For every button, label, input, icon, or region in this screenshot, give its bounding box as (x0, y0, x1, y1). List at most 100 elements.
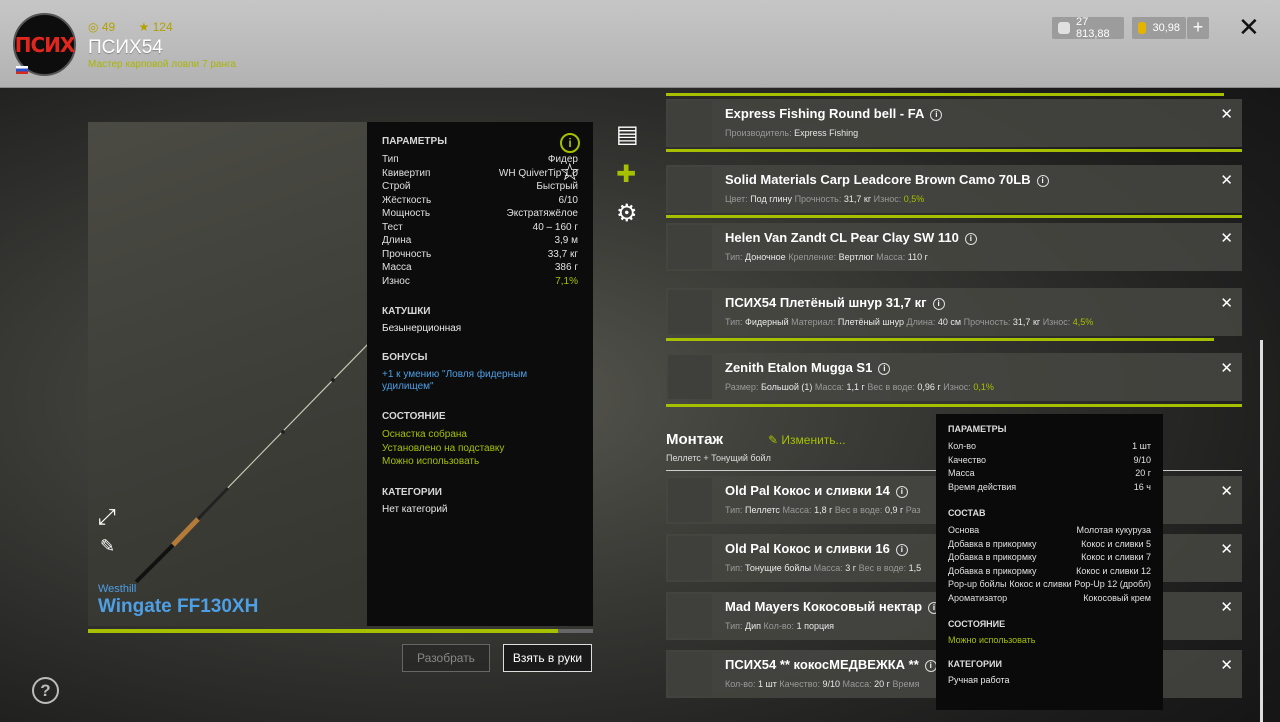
param-value: 7,1% (555, 275, 578, 287)
disassemble-button[interactable]: Разобрать (402, 644, 490, 672)
desc-key: Материал: (791, 317, 836, 327)
desc-value: 0,96 г (917, 382, 941, 392)
coin-count: ◎ 49 (88, 20, 116, 34)
remove-item-icon[interactable]: ✕ (1220, 229, 1233, 247)
tooltip-composition-row: Ароматизатор Кокосовый крем (948, 592, 1151, 606)
desc-key: Прочность: (963, 317, 1011, 327)
document-icon[interactable]: ▤ (616, 123, 639, 147)
params-title: ПАРАМЕТРЫ (382, 136, 447, 147)
gold-value: 30,98 (1152, 22, 1180, 34)
desc-value: 4,5% (1072, 317, 1094, 327)
desc-key: Износ: (943, 382, 971, 392)
puzzle-icon[interactable]: ✚ (616, 163, 636, 187)
desc-value: Express Fishing (794, 128, 859, 138)
add-gold-button[interactable]: + (1187, 17, 1209, 39)
tooltip-composition-row: Pop-up бойлы Кокос и сливки Pop-Up 12 (др… (948, 578, 1151, 592)
desc-value: 40 см (937, 317, 962, 327)
remove-item-icon[interactable]: ✕ (1220, 656, 1233, 674)
item-info-icon[interactable]: i (1036, 175, 1049, 187)
tooltip-composition-row: Добавка в прикормку Кокос и сливки 5 (948, 538, 1151, 552)
tooltip-composition-value: Кокос и сливки Pop-Up 12 (дробл) (1009, 579, 1151, 589)
remove-item-icon[interactable]: ✕ (1220, 482, 1233, 500)
item-description: Размер: Большой (1) Масса: 1,1 г Вес в в… (725, 382, 994, 392)
categories-value: Нет категорий (382, 503, 448, 515)
wear-progress-fill (88, 629, 558, 633)
item-tooltip: ПАРАМЕТРЫ Кол-во 1 шт Качество 9/10 Масса 20 … (936, 414, 1163, 710)
list-item[interactable]: Zenith Etalon Mugga S1 i Размер: Большой (… (666, 353, 1242, 401)
item-info-icon[interactable]: i (895, 486, 908, 498)
scrollbar[interactable] (1260, 340, 1263, 722)
desc-key: Производитель: (725, 128, 792, 138)
item-info-icon[interactable]: i (932, 298, 945, 310)
info-icon[interactable]: i (560, 133, 580, 153)
item-name-text: ПСИХ54 ** кокосМЕДВЕЖКА ** (725, 657, 919, 672)
desc-key: Тип: (725, 621, 743, 631)
help-icon[interactable]: ? (32, 677, 59, 704)
tooltip-composition-value: Молотая кукуруза (1076, 525, 1151, 535)
desc-key: Масса: (814, 382, 844, 392)
item-info-icon[interactable]: i (964, 233, 977, 245)
remove-item-icon[interactable]: ✕ (1220, 598, 1233, 616)
tooltip-state-title: СОСТОЯНИЕ (948, 619, 1006, 629)
remove-item-icon[interactable]: ✕ (1220, 294, 1233, 312)
categories-title: КАТЕГОРИИ (382, 486, 442, 498)
silver-value: 27 813,88 (1076, 16, 1110, 40)
list-item[interactable]: Helen Van Zandt CL Pear Clay SW 110 i Тип:… (666, 223, 1242, 271)
desc-key: Длина: (906, 317, 936, 327)
favorite-star-icon[interactable]: ☆ (559, 161, 581, 185)
item-description: Тип: Тонущие бойлы Масса: 3 г Вес в воде… (725, 563, 921, 573)
list-item[interactable]: ПСИХ54 Плетёный шнур 31,7 кг i Тип: Фидерн… (666, 288, 1242, 336)
desc-value: 0,9 г (884, 505, 904, 515)
item-description: Тип: Доночное Крепление: Вертлюг Масса: … (725, 252, 928, 262)
tooltip-categories-title: КАТЕГОРИИ (948, 659, 1002, 669)
remove-item-icon[interactable]: ✕ (1220, 105, 1233, 123)
fullscreen-icon[interactable]: ⤢ (98, 504, 116, 530)
change-montage-button[interactable]: ✎ Изменить... (768, 433, 846, 447)
list-item[interactable]: Solid Materials Carp Leadcore Brown Camo… (666, 165, 1242, 213)
item-thumbnail (668, 225, 712, 269)
edit-pen-icon[interactable]: ✎ (100, 536, 115, 557)
desc-value: 1,8 г (814, 505, 833, 515)
state-title: СОСТОЯНИЕ (382, 411, 446, 422)
tooltip-param-value: 16 ч (1133, 481, 1151, 492)
tooltip-composition-key: Добавка в прикормку (948, 565, 1037, 576)
desc-value: Доночное (745, 252, 786, 262)
green-separator (666, 215, 1242, 218)
state-line-2: Установлено на подставку (382, 442, 505, 454)
remove-item-icon[interactable]: ✕ (1220, 540, 1233, 558)
item-info-icon[interactable]: i (924, 660, 937, 672)
item-info-icon[interactable]: i (895, 544, 908, 556)
desc-key: Тип: (725, 563, 743, 573)
desc-key: Качество: (779, 679, 820, 689)
desc-key: Износ: (1042, 317, 1071, 327)
desc-value: 110 г (907, 252, 928, 262)
item-thumbnail (668, 101, 712, 145)
param-row: Масса 386 г (382, 261, 578, 275)
star-count: ★ 124 (138, 20, 173, 34)
close-icon[interactable]: ✕ (1238, 14, 1260, 40)
tooltip-state-value: Можно использовать (948, 635, 1036, 645)
bonus-value: +1 к умению "Ловля фидерным удилищем" (382, 369, 528, 392)
montage-title: Монтаж (666, 431, 724, 448)
tooltip-param-row: Время действия 16 ч (948, 481, 1151, 495)
item-name-text: Solid Materials Carp Leadcore Brown Camo… (725, 172, 1031, 187)
item-name: ПСИХ54 ** кокосМЕДВЕЖКА ** i (725, 657, 937, 672)
tooltip-param-key: Кол-во (948, 441, 976, 451)
item-description: Тип: Фидерный Материал: Плетёный шнур Дл… (725, 317, 1093, 327)
desc-value: Большой (1) (760, 382, 813, 392)
reels-value: Безынерционная (382, 323, 462, 334)
take-in-hands-button[interactable]: Взять в руки (503, 644, 592, 672)
item-name: Express Fishing Round bell - FA i (725, 106, 943, 121)
remove-item-icon[interactable]: ✕ (1220, 171, 1233, 189)
item-info-icon[interactable]: i (930, 109, 943, 121)
item-info-icon[interactable]: i (878, 363, 891, 375)
gear-icon[interactable]: ⚙ (616, 202, 638, 226)
tooltip-param-key: Качество (948, 454, 987, 465)
desc-value: 0,1% (973, 382, 994, 392)
list-item[interactable]: Express Fishing Round bell - FA i Производ… (666, 99, 1242, 147)
tooltip-param-value: 9/10 (1133, 454, 1151, 465)
state-line-1: Оснастка собрана (382, 429, 467, 440)
desc-value: Пеллетс (745, 505, 780, 515)
desc-value: Фидерный (745, 317, 789, 327)
remove-item-icon[interactable]: ✕ (1220, 359, 1233, 377)
